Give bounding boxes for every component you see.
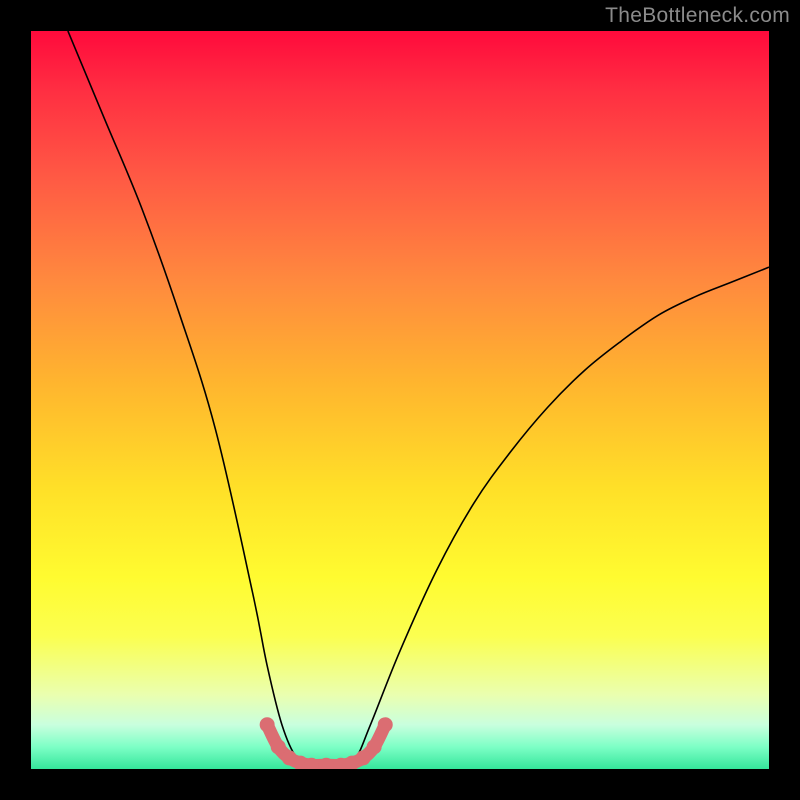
optimal-zone-dots	[260, 717, 393, 769]
optimal-zone-dot	[271, 739, 286, 754]
curve-layer	[31, 31, 769, 769]
optimal-zone-dot	[367, 739, 382, 754]
optimal-zone-dot	[356, 750, 371, 765]
bottleneck-curve	[68, 31, 769, 766]
watermark-text: TheBottleneck.com	[605, 4, 790, 28]
chart-container: TheBottleneck.com	[0, 0, 800, 800]
optimal-zone-dot	[378, 717, 393, 732]
plot-area	[31, 31, 769, 769]
optimal-zone-dot	[260, 717, 275, 732]
